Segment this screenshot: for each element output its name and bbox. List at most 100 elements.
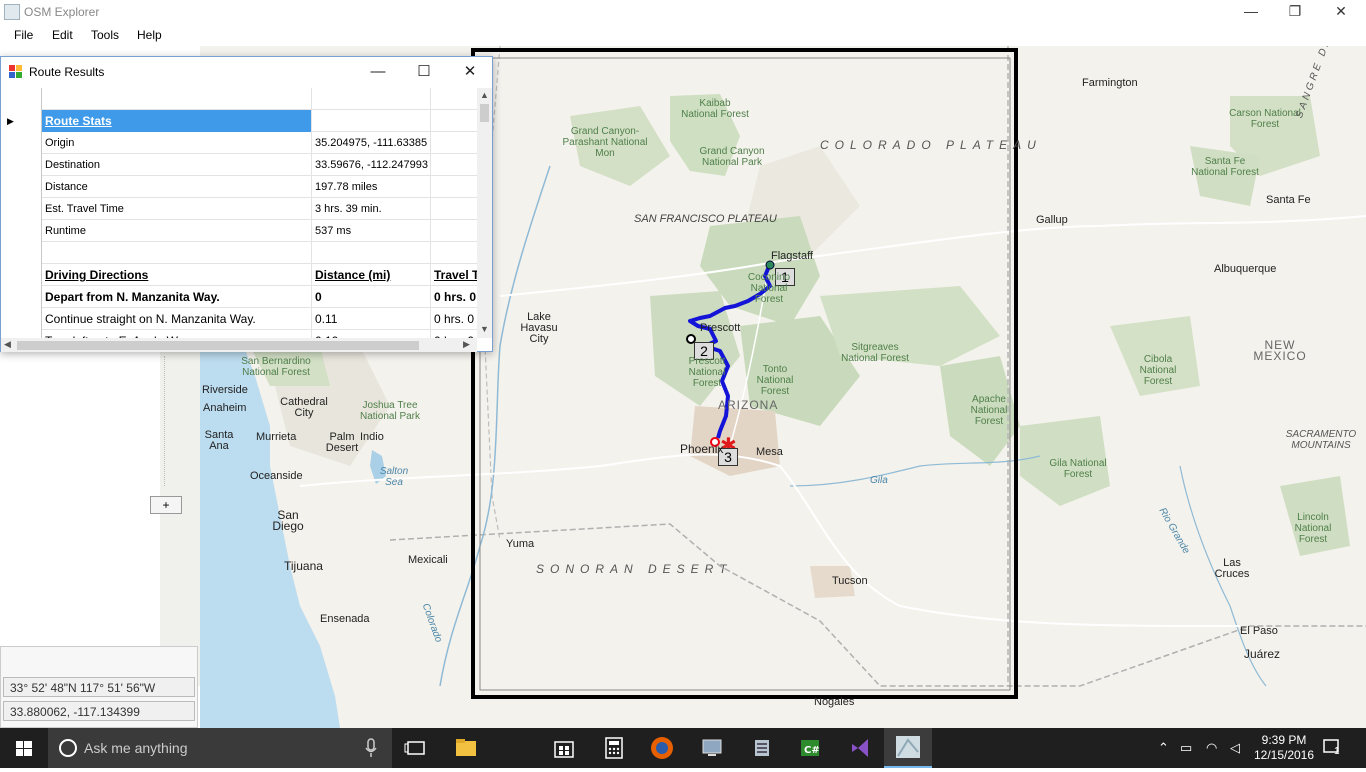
table-row[interactable]: Distance 197.78 miles (1, 176, 477, 198)
row-header[interactable] (1, 286, 42, 308)
table-row[interactable]: Turn left onto E. Apple Way. 0.10 0 hrs.… (1, 330, 477, 338)
row-header[interactable] (1, 220, 42, 242)
action-center-icon[interactable]: 1 (1322, 738, 1344, 758)
scroll-up-icon[interactable]: ▲ (480, 90, 489, 100)
stat-value-distance[interactable]: 197.78 miles (312, 176, 431, 198)
table-cell[interactable] (42, 242, 312, 264)
route-stats-header[interactable]: Route Stats (42, 110, 312, 132)
direction-step[interactable]: Continue straight on N. Manzanita Way. (42, 308, 312, 330)
route-results-maximize-button[interactable]: ☐ (409, 61, 439, 83)
scroll-right-icon[interactable]: ▶ (463, 339, 470, 350)
menu-tools[interactable]: Tools (91, 28, 119, 42)
direction-time[interactable]: 0 hrs. 0 (431, 330, 477, 338)
table-cell[interactable] (431, 198, 477, 220)
table-row[interactable] (1, 242, 477, 264)
stat-value-origin[interactable]: 35.204975, -111.63385 (312, 132, 431, 154)
menu-edit[interactable]: Edit (52, 28, 73, 42)
scroll-down-icon[interactable]: ▼ (480, 324, 489, 334)
route-results-grid[interactable]: ▶ Route Stats Origin 35.204975, -111.633… (1, 88, 477, 338)
table-cell[interactable] (431, 154, 477, 176)
table-cell[interactable] (431, 110, 477, 132)
horizontal-scrollbar[interactable]: ◀ ▶ (1, 338, 477, 352)
row-header[interactable] (1, 242, 42, 264)
stat-label-runtime[interactable]: Runtime (42, 220, 312, 242)
travel-time-header-link[interactable]: Travel T (434, 268, 477, 282)
table-row[interactable]: Origin 35.204975, -111.63385 (1, 132, 477, 154)
start-button[interactable] (0, 728, 48, 768)
remote-desktop-icon[interactable] (698, 734, 726, 762)
search-box[interactable]: Ask me anything (48, 728, 392, 768)
wifi-icon[interactable]: ◠ (1206, 740, 1217, 756)
stat-value-travel-time[interactable]: 3 hrs. 39 min. (312, 198, 431, 220)
osm-explorer-taskbar-button[interactable] (884, 728, 932, 768)
route-stats-link[interactable]: Route Stats (45, 114, 112, 128)
directions-header-link[interactable]: Driving Directions (45, 268, 148, 282)
coord-decimal-field[interactable]: 33.880062, -117.134399 (3, 701, 195, 721)
vertical-scrollbar[interactable]: ▲ ▼ (477, 88, 492, 338)
direction-distance[interactable]: 0.11 (312, 308, 431, 330)
travel-time-header[interactable]: Travel T (431, 264, 477, 286)
coord-dms-field[interactable]: 33° 52' 48"N 117° 51' 56"W (3, 677, 195, 697)
menu-file[interactable]: File (14, 28, 33, 42)
distance-header[interactable]: Distance (mi) (312, 264, 431, 286)
row-header[interactable] (1, 330, 42, 338)
zoom-in-button[interactable]: + (150, 496, 182, 514)
system-clock[interactable]: 9:39 PM 12/15/2016 (1252, 733, 1316, 763)
scroll-left-icon[interactable]: ◀ (4, 339, 11, 350)
grid-col-header-1[interactable] (42, 88, 312, 110)
menu-help[interactable]: Help (137, 28, 162, 42)
table-row[interactable]: Driving Directions Distance (mi) Travel … (1, 264, 477, 286)
stat-label-travel-time[interactable]: Est. Travel Time (42, 198, 312, 220)
table-row[interactable]: Est. Travel Time 3 hrs. 39 min. (1, 198, 477, 220)
show-hidden-icons-icon[interactable]: ⌃ (1158, 740, 1169, 756)
battery-icon[interactable]: ▭ (1180, 740, 1192, 756)
route-results-titlebar[interactable]: Route Results — ☐ ✕ (1, 57, 492, 87)
vertical-scroll-thumb[interactable] (480, 104, 489, 122)
stat-value-runtime[interactable]: 537 ms (312, 220, 431, 242)
route-results-minimize-button[interactable]: — (363, 61, 393, 83)
close-button[interactable]: ✕ (1318, 0, 1364, 24)
stat-label-origin[interactable]: Origin (42, 132, 312, 154)
table-row[interactable]: Runtime 537 ms (1, 220, 477, 242)
horizontal-scroll-thumb[interactable] (17, 341, 419, 350)
table-row[interactable]: ▶ Route Stats (1, 110, 477, 132)
table-row[interactable]: Depart from N. Manzanita Way. 0 0 hrs. 0 (1, 286, 477, 308)
direction-distance[interactable]: 0.10 (312, 330, 431, 338)
directions-header[interactable]: Driving Directions (42, 264, 312, 286)
table-row[interactable]: Destination 33.59676, -112.247993 (1, 154, 477, 176)
stat-label-distance[interactable]: Distance (42, 176, 312, 198)
table-cell[interactable] (312, 110, 431, 132)
row-header[interactable] (1, 264, 42, 286)
grid-col-header-2[interactable] (312, 88, 431, 110)
minimize-button[interactable]: — (1228, 0, 1274, 24)
route-results-window[interactable]: Route Results — ☐ ✕ ▶ Route Stats Origin (0, 56, 493, 352)
distance-header-link[interactable]: Distance (mi) (315, 268, 390, 282)
calculator-icon[interactable] (600, 734, 628, 762)
route-results-close-button[interactable]: ✕ (455, 61, 485, 83)
direction-time[interactable]: 0 hrs. 0 (431, 308, 477, 330)
row-header[interactable] (1, 154, 42, 176)
row-header[interactable] (1, 308, 42, 330)
csharp-project-icon[interactable]: C# (796, 734, 824, 762)
stat-value-destination[interactable]: 33.59676, -112.247993 (312, 154, 431, 176)
grid-col-header-3[interactable] (431, 88, 477, 110)
stat-label-destination[interactable]: Destination (42, 154, 312, 176)
volume-icon[interactable]: ◁ (1230, 740, 1240, 756)
row-header[interactable] (1, 132, 42, 154)
row-header[interactable] (1, 176, 42, 198)
table-row[interactable]: Continue straight on N. Manzanita Way. 0… (1, 308, 477, 330)
visual-studio-icon[interactable] (846, 734, 874, 762)
firefox-icon[interactable] (648, 734, 676, 762)
server-manager-icon[interactable] (748, 734, 776, 762)
store-icon[interactable] (550, 734, 578, 762)
table-cell[interactable] (431, 242, 477, 264)
table-cell[interactable] (431, 176, 477, 198)
row-header[interactable] (1, 198, 42, 220)
task-view-icon[interactable] (402, 734, 430, 762)
direction-time[interactable]: 0 hrs. 0 (431, 286, 477, 308)
microphone-icon[interactable] (364, 738, 378, 758)
table-cell[interactable] (431, 132, 477, 154)
file-explorer-icon[interactable] (452, 734, 480, 762)
restore-button[interactable]: ❐ (1272, 0, 1318, 24)
table-cell[interactable] (431, 220, 477, 242)
